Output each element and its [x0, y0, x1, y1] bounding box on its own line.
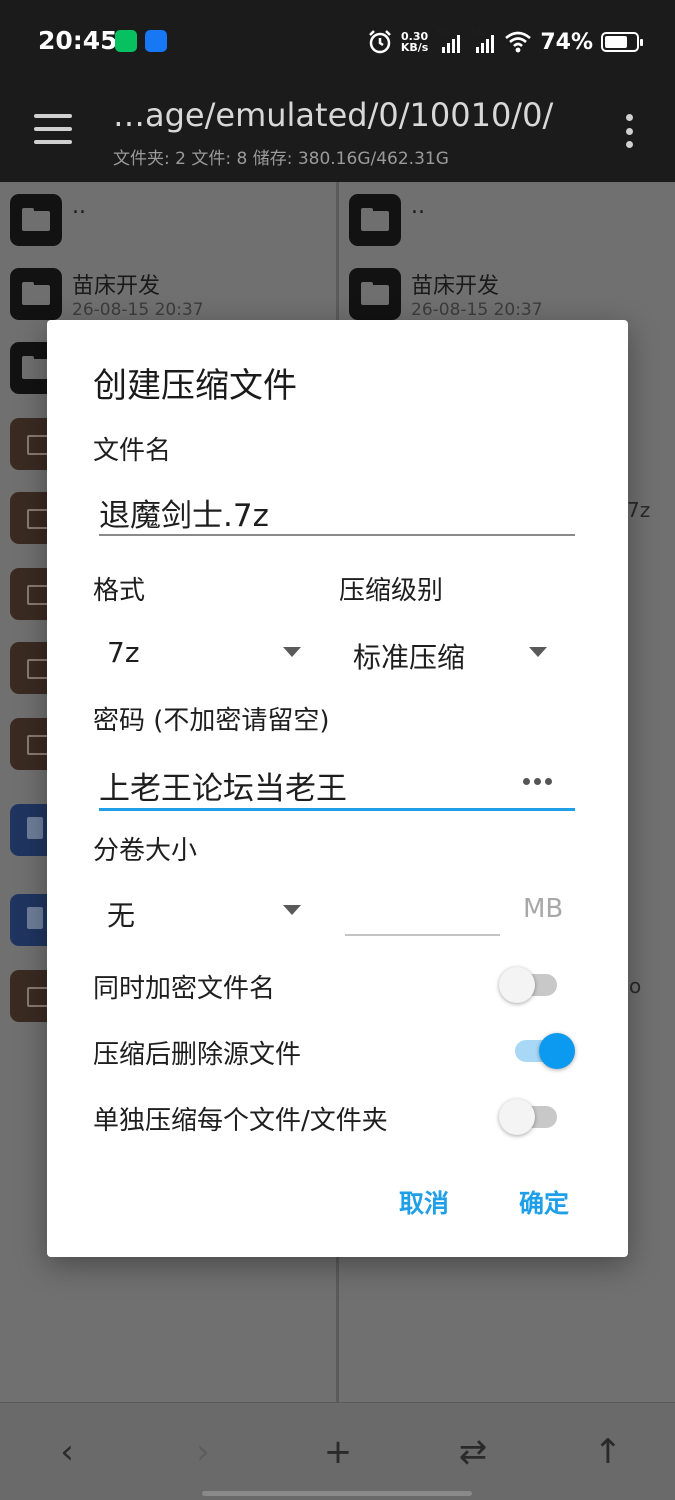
create-archive-dialog: 创建压缩文件 文件名 退魔剑士.7z 格式 压缩级别 7z 标准压缩 密码 (不…: [47, 320, 628, 1257]
encrypt-names-toggle[interactable]: [499, 964, 559, 1004]
dialog-title: 创建压缩文件: [93, 366, 297, 406]
split-size-select[interactable]: 无: [107, 894, 135, 934]
up-icon[interactable]: ↑: [583, 1427, 633, 1477]
status-time: 20:45: [38, 26, 118, 55]
add-icon[interactable]: +: [313, 1427, 363, 1477]
bottom-toolbar: ‹ › + ⇄ ↑: [0, 1402, 675, 1500]
file-date: 26-08-15 20:37: [411, 300, 543, 320]
more-options-icon[interactable]: [624, 114, 634, 148]
swap-icon[interactable]: ⇄: [448, 1427, 498, 1477]
status-icons: 0.30 KB/s 5G 5G 74%: [367, 24, 643, 60]
split-size-unit: MB: [523, 894, 564, 924]
password-input[interactable]: 上老王论坛当老王: [99, 763, 347, 808]
level-label: 压缩级别: [339, 576, 444, 606]
file-name: ..: [411, 194, 425, 219]
filename-input[interactable]: 退魔剑士.7z: [99, 490, 269, 535]
level-select[interactable]: 标准压缩: [353, 636, 465, 676]
password-underline: [99, 808, 575, 811]
file-name-fragment: o: [629, 974, 642, 998]
cancel-button[interactable]: 取消: [399, 1184, 449, 1220]
separate-archives-label: 单独压缩每个文件/文件夹: [93, 1106, 388, 1136]
menu-icon[interactable]: [34, 114, 72, 144]
separate-archives-toggle[interactable]: [499, 1096, 559, 1136]
signal-icon: 5G: [436, 28, 462, 53]
home-indicator[interactable]: [202, 1491, 472, 1496]
net-speed: 0.30 KB/s: [401, 31, 428, 53]
folder-icon: [349, 194, 401, 246]
folder-icon: [349, 268, 401, 320]
list-item[interactable]: 苗床开发 26-08-15 20:37: [349, 268, 669, 320]
wechat-icon: [115, 30, 137, 52]
chevron-down-icon[interactable]: [283, 905, 301, 915]
chevron-down-icon[interactable]: [529, 647, 547, 657]
password-label: 密码 (不加密请留空): [93, 706, 330, 736]
list-item[interactable]: ..: [349, 194, 669, 246]
back-icon[interactable]: ‹: [42, 1427, 92, 1477]
format-select[interactable]: 7z: [107, 636, 140, 669]
split-size-label: 分卷大小: [93, 836, 198, 866]
net-speed-unit: KB/s: [400, 41, 429, 54]
app-bar: …age/emulated/0/10010/0/ 文件夹: 2 文件: 8 储存…: [0, 82, 675, 182]
chevron-down-icon[interactable]: [283, 647, 301, 657]
encrypt-names-label: 同时加密文件名: [93, 974, 276, 1004]
alarm-icon: [368, 30, 391, 54]
current-path: …age/emulated/0/10010/0/: [113, 96, 554, 134]
file-name: 苗床开发: [411, 274, 500, 299]
forward-icon[interactable]: ›: [178, 1427, 228, 1477]
filename-label: 文件名: [93, 436, 172, 466]
status-bar: 20:45 0.30 KB/s 5G 5G 74%: [0, 0, 675, 82]
file-name-fragment: 7z: [627, 498, 651, 522]
file-name: ..: [72, 194, 86, 219]
delete-source-label: 压缩后删除源文件: [93, 1040, 302, 1070]
sim2-label: 5G: [470, 28, 484, 38]
delete-source-toggle[interactable]: [513, 1030, 575, 1070]
wifi-icon: [505, 31, 532, 53]
ok-button[interactable]: 确定: [519, 1184, 569, 1220]
sim1-label: 5G: [436, 28, 450, 38]
folder-icon: [10, 268, 62, 320]
folder-icon: [10, 194, 62, 246]
format-label: 格式: [93, 576, 146, 606]
file-date: 26-08-15 20:37: [72, 300, 204, 320]
signal-icon-2: 5G: [470, 28, 496, 53]
show-password-icon[interactable]: [523, 778, 552, 785]
battery-icon: [601, 32, 643, 52]
battery-percent: 74%: [540, 29, 593, 55]
file-name: 苗床开发: [72, 274, 161, 299]
split-size-input[interactable]: [345, 934, 500, 936]
message-app-icon: [145, 30, 167, 52]
filename-underline: [99, 534, 575, 536]
storage-stats: 文件夹: 2 文件: 8 储存: 380.16G/462.31G: [113, 149, 449, 169]
list-item[interactable]: ..: [10, 194, 330, 246]
list-item[interactable]: 苗床开发 26-08-15 20:37: [10, 268, 330, 320]
